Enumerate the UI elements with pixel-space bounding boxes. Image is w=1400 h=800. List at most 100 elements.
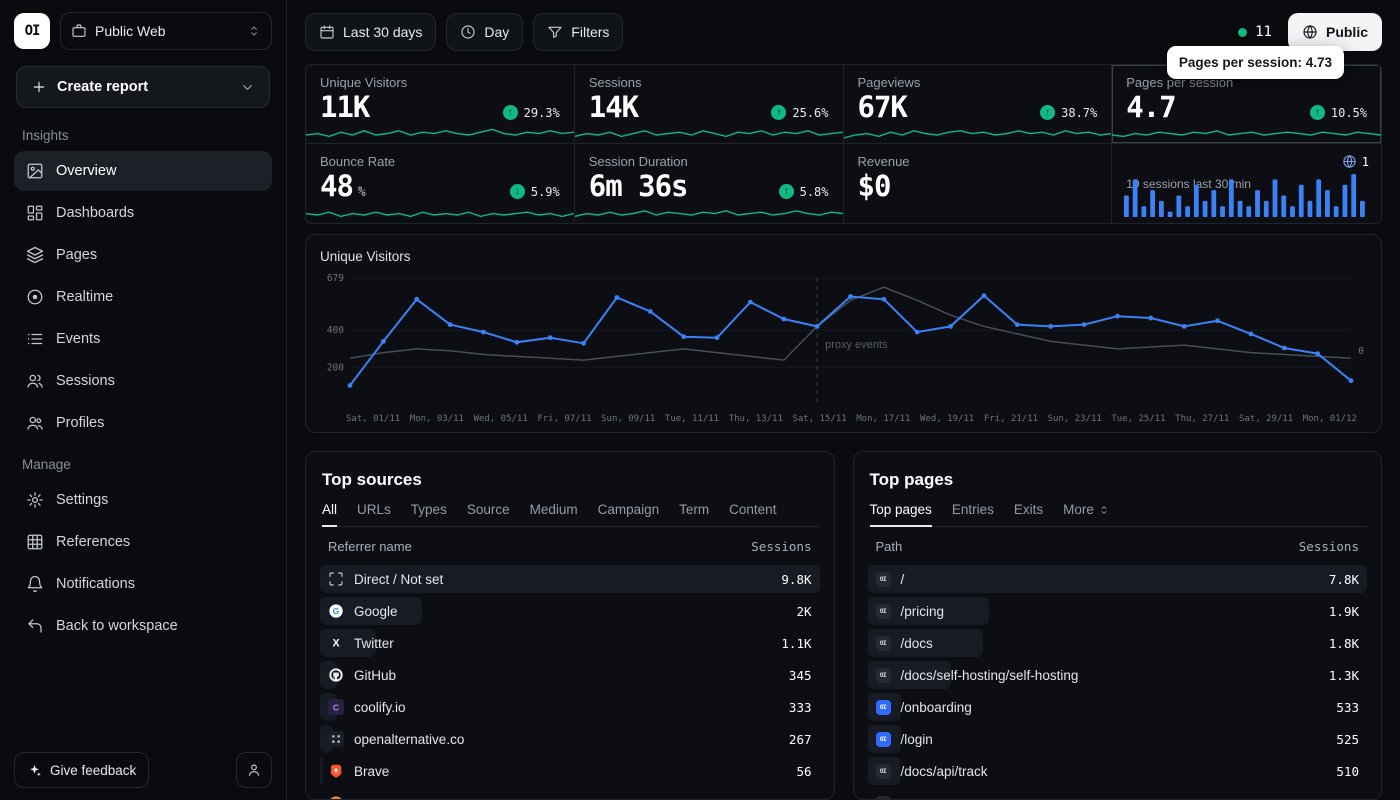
sidebar-item-label: Overview	[56, 163, 116, 179]
openpanel-logo[interactable]: OI	[14, 13, 50, 49]
row-name: GitHub	[354, 668, 396, 683]
profiles-icon	[26, 414, 44, 432]
sidebar-item-settings[interactable]: Settings	[14, 480, 272, 520]
tab-entries[interactable]: Entries	[952, 502, 994, 526]
table-row[interactable]: OI/docs/api/track510	[868, 756, 1368, 786]
sidebar-item-pages[interactable]: Pages	[14, 235, 272, 275]
column-name: Path	[876, 539, 903, 554]
sidebar-item-label: Notifications	[56, 576, 135, 592]
sidebar-item-label: Dashboards	[56, 205, 134, 221]
sidebar-item-dashboards[interactable]: Dashboards	[14, 193, 272, 233]
tab-types[interactable]: Types	[411, 502, 447, 526]
table-row[interactable]: OI/docs/self-hosting/self-hosting1.3K	[868, 660, 1368, 690]
page-favicon: OI	[876, 764, 891, 779]
workspace-selector[interactable]: Public Web	[60, 12, 272, 50]
give-feedback-button[interactable]: Give feedback	[14, 752, 149, 788]
workspace-name: Public Web	[95, 23, 166, 39]
sidebar-item-events[interactable]: Events	[14, 319, 272, 359]
tab-medium[interactable]: Medium	[530, 502, 578, 526]
unique-visitors-chart[interactable]: 679400200proxy events0	[320, 272, 1367, 410]
tab-source[interactable]: Source	[467, 502, 510, 526]
table-row[interactable]: OI	[868, 788, 1368, 800]
tab-urls[interactable]: URLs	[357, 502, 391, 526]
sidebar-item-realtime[interactable]: Realtime	[14, 277, 272, 317]
sidebar-item-label: Sessions	[56, 373, 115, 389]
table-row[interactable]: GGoogle2K	[320, 596, 820, 626]
svg-text:G: G	[333, 606, 340, 616]
live-sessions-card[interactable]: 19 sessions last 30 min1	[1112, 144, 1381, 223]
date-range-button[interactable]: Last 30 days	[305, 13, 436, 51]
metric-label: Unique Visitors	[320, 75, 560, 90]
table-tabs: All URLs Types Source Medium Campaign Term Cont…	[320, 502, 820, 527]
back-icon	[26, 617, 44, 635]
live-visitors-count[interactable]: 11	[1238, 24, 1272, 40]
sidebar-item-notifications[interactable]: Notifications	[14, 564, 272, 604]
filters-label: Filters	[571, 24, 609, 40]
globe-icon	[1342, 154, 1357, 169]
svg-text:C: C	[333, 702, 340, 712]
nav-section-label: Insights	[22, 128, 264, 143]
user-button[interactable]	[236, 752, 272, 788]
x-tick-label: Sat, 29/11	[1239, 414, 1293, 424]
metric-card-pageviews[interactable]: Pageviews67K↑38.7%	[844, 65, 1113, 144]
table-row[interactable]: OI/onboarding533	[868, 692, 1368, 722]
table-row[interactable]: Ccoolify.io333	[320, 692, 820, 722]
row-value: 267	[789, 732, 812, 747]
metrics-grid: Unique Visitors11K↑29.3%Sessions14K↑25.6…	[305, 64, 1382, 224]
table-row[interactable]: OI/7.8K	[868, 564, 1368, 594]
referrer-openalt-icon	[328, 731, 344, 747]
table-row[interactable]: OI/login525	[868, 724, 1368, 754]
metric-card-sessions[interactable]: Sessions14K↑25.6%	[575, 65, 844, 144]
sidebar-item-label: Settings	[56, 492, 108, 508]
tab-term[interactable]: Term	[679, 502, 709, 526]
metric-card-bounce-rate[interactable]: Bounce Rate48%↓5.9%	[306, 144, 575, 223]
interval-button[interactable]: Day	[446, 13, 523, 51]
sidebar-item-profiles[interactable]: Profiles	[14, 403, 272, 443]
sidebar-item-back-to-workspace[interactable]: Back to workspace	[14, 606, 272, 646]
create-report-label: Create report	[57, 79, 148, 95]
chart-title: Unique Visitors	[320, 249, 1367, 264]
table-row[interactable]: Brave56	[320, 756, 820, 786]
tab-more[interactable]: More	[1063, 502, 1110, 526]
table-row[interactable]: OI/docs1.8K	[868, 628, 1368, 658]
create-report-button[interactable]: Create report	[16, 66, 270, 108]
metric-tooltip: Pages per session: 4.73	[1167, 46, 1344, 79]
metric-card-revenue[interactable]: Revenue$0	[844, 144, 1113, 223]
table-row[interactable]: GitHub 345	[320, 660, 820, 690]
settings-icon	[26, 491, 44, 509]
table-row[interactable]: XTwitter1.1K	[320, 628, 820, 658]
sort-updown-icon	[1098, 504, 1110, 516]
x-tick-label: Sun, 09/11	[601, 414, 655, 424]
live-dot	[1238, 28, 1247, 37]
table-row[interactable]	[320, 788, 820, 800]
sidebar-item-label: Profiles	[56, 415, 104, 431]
change-badge: ↑5.8%	[779, 184, 829, 199]
row-name: /	[901, 572, 905, 587]
sidebar-item-overview[interactable]: Overview	[14, 151, 272, 191]
breakdown-tables: Top sourcesAllURLsTypesSourceMediumCampa…	[305, 451, 1382, 800]
x-tick-label: Wed, 05/11	[474, 414, 528, 424]
tab-content[interactable]: Content	[729, 502, 776, 526]
table-row[interactable]: openalternative.co267	[320, 724, 820, 754]
row-value: 1.8K	[1329, 636, 1359, 651]
row-value: 7.8K	[1329, 572, 1359, 587]
table-row[interactable]: OI/pricing1.9K	[868, 596, 1368, 626]
tab-all[interactable]: All	[322, 502, 337, 526]
referrer-circle-icon	[328, 795, 344, 800]
tab-exits[interactable]: Exits	[1014, 502, 1043, 526]
tab-campaign[interactable]: Campaign	[598, 502, 660, 526]
tab-top-pages[interactable]: Top pages	[870, 502, 932, 526]
table-row[interactable]: Direct / Not set9.8K	[320, 564, 820, 594]
sidebar-item-sessions[interactable]: Sessions	[14, 361, 272, 401]
page-favicon: OI	[876, 636, 891, 651]
sidebar-item-label: Events	[56, 331, 100, 347]
main-content: Last 30 days Day Filters 11 Public	[287, 0, 1400, 800]
metric-card-session-duration[interactable]: Session Duration6m 36s↑5.8%	[575, 144, 844, 223]
row-value: 345	[789, 668, 812, 683]
page-favicon: OI	[876, 668, 891, 683]
column-name: Referrer name	[328, 539, 412, 554]
live-globe-count: 1	[1362, 155, 1369, 169]
filters-button[interactable]: Filters	[533, 13, 623, 51]
metric-card-unique-visitors[interactable]: Unique Visitors11K↑29.3%	[306, 65, 575, 144]
sidebar-item-references[interactable]: References	[14, 522, 272, 562]
